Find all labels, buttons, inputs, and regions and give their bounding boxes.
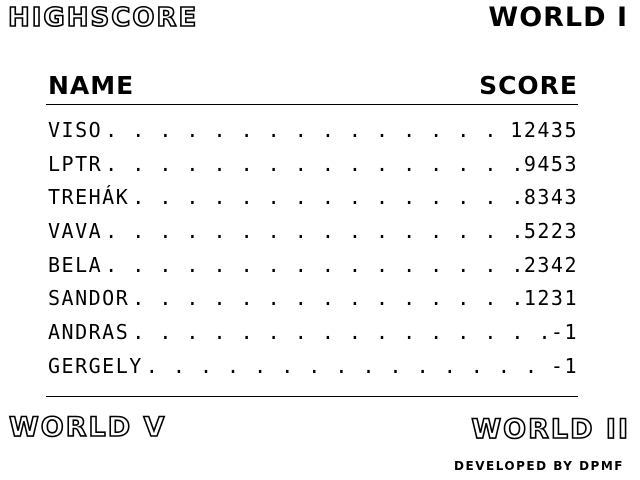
highscore-title: HIGHSCORE [7,3,199,33]
table-row: ANDRAS -1 [48,322,578,356]
developer-credits: DEVELOPED BY DPMF [454,459,624,473]
dot-leader [105,154,521,174]
player-score: 1231 [523,286,578,311]
player-score: 9453 [523,151,578,176]
player-name: SANDOR [48,286,130,311]
table-row: VAVA 5223 [48,221,578,255]
player-score: 12435 [510,118,578,142]
player-name: BELA [48,252,103,277]
dot-leader [146,356,548,376]
player-name: LPTR [48,151,103,176]
table-row: TREHÁK 8343 [48,187,578,221]
player-score: -1 [550,320,578,345]
table-row: LPTR 9453 [48,154,578,188]
player-score: 5223 [523,219,578,244]
player-name: GERGELY [48,353,143,378]
player-name: TREHÁK [48,185,130,210]
dot-leader [132,322,548,342]
next-world-button[interactable]: WORLD II [471,415,630,444]
dot-leader [132,187,521,207]
player-name: VAVA [48,219,103,244]
name-column-header: NAME [48,71,135,100]
table-row: BELA 2342 [48,255,578,289]
dot-leader [105,221,521,241]
dot-leader [105,255,521,275]
dot-leader [105,120,507,140]
score-column-header: SCORE [479,71,578,100]
player-name: VISO [48,118,103,142]
table-row: GERGELY -1 [48,356,578,390]
table-row: SANDOR 1231 [48,288,578,322]
previous-world-button[interactable]: WORLD V [8,413,166,442]
dot-leader [132,288,521,308]
player-name: ANDRAS [48,320,130,345]
footer-divider [46,396,578,397]
player-score: 2342 [523,252,578,277]
table-row: VISO 12435 [48,120,578,154]
player-score: -1 [550,353,578,378]
highscore-table: VISO 12435 LPTR 9453 TREHÁK 8343 VAVA 52… [48,120,578,390]
player-score: 8343 [523,185,578,210]
current-world-label: WORLD I [488,2,628,33]
header-divider [46,104,578,105]
